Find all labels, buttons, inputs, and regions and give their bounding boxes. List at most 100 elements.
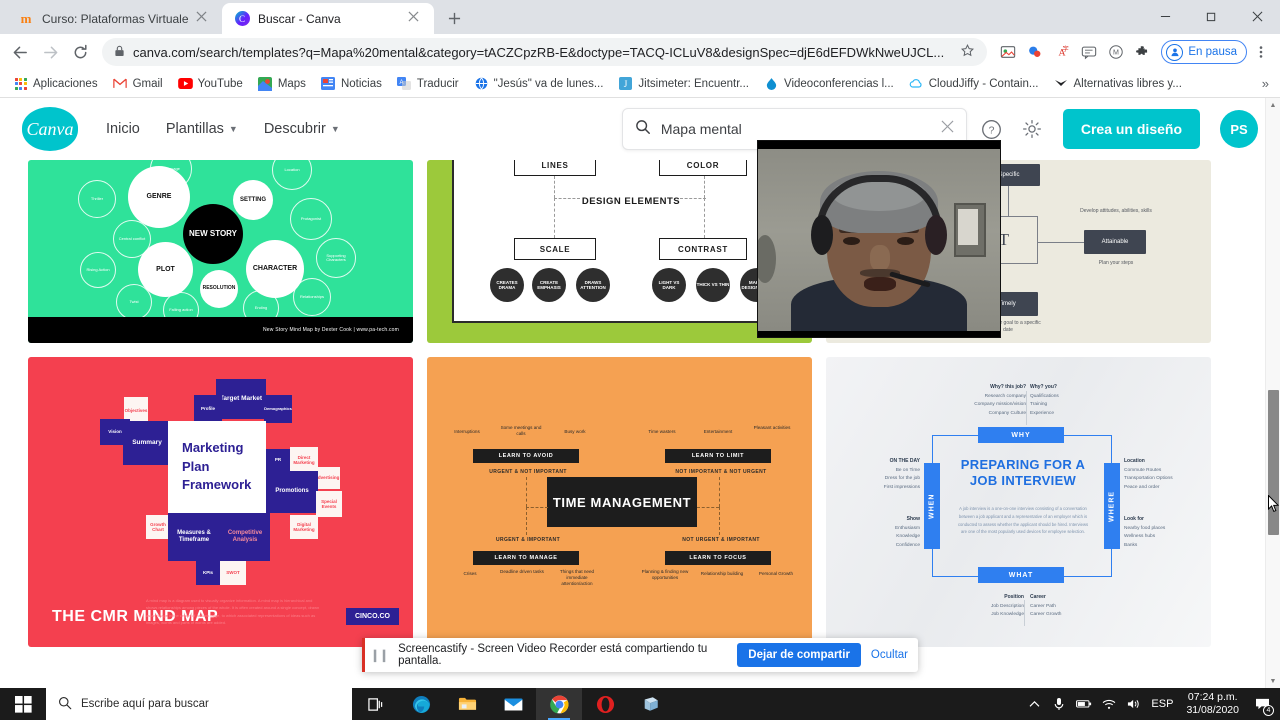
language-indicator[interactable]: ESP [1151, 698, 1173, 710]
reload-icon[interactable] [66, 38, 94, 66]
template-grid: Language Location Thriller Protagonist C… [28, 160, 1252, 647]
reader-icon[interactable] [995, 39, 1021, 65]
page-scrollbar[interactable]: ▲ ▼ [1265, 98, 1280, 688]
bookmark-alternativas[interactable]: Alternativas libres y... [1047, 74, 1187, 93]
forward-icon[interactable] [36, 38, 64, 66]
template-card-job-interview[interactable]: Why? this job? Research company Company … [826, 357, 1211, 647]
group-item: Nearby food places [1124, 525, 1166, 531]
bookmarks-bar: Aplicaciones Gmail YouTube Maps Noticias… [0, 70, 1280, 98]
leaf-pleasant-activities: Pleasant activities [753, 425, 791, 430]
caption-attainable: Develop attitudes, abilities, skills [1080, 208, 1152, 214]
bubble-light-vs-dark: LIGHT VS DARK [652, 268, 686, 302]
template-card-cmr-mind-map[interactable]: Target Market Profile Demographics Objec… [28, 357, 413, 647]
person-mouth [864, 277, 896, 291]
bookmark-traducir[interactable]: A Traducir [391, 74, 465, 93]
task-view-icon[interactable] [352, 688, 398, 720]
volume-icon[interactable] [1126, 698, 1142, 710]
kebab-menu-icon[interactable] [1248, 39, 1274, 65]
nav-item-inicio[interactable]: Inicio [106, 121, 140, 137]
back-icon[interactable] [6, 38, 34, 66]
bookmark-aplicaciones[interactable]: Aplicaciones [7, 74, 104, 93]
bookmark-label: Traducir [416, 77, 459, 90]
tab-curso-plataformas[interactable]: m Curso: Plataformas Virtuales Educ [6, 3, 222, 34]
windows-start-icon[interactable] [0, 688, 46, 720]
address-bar[interactable]: canva.com/search/templates?q=Mapa%20ment… [102, 38, 988, 66]
template-card-time-management[interactable]: Interruptions Some meetings and calls Bu… [427, 357, 812, 647]
clock[interactable]: 07:24 p.m. 31/08/2020 [1182, 691, 1243, 717]
canva-logo[interactable]: Canva [22, 107, 78, 151]
template-credit: New Story Mind Map by Dexter Cook | www.… [28, 317, 413, 343]
wifi-icon[interactable] [1101, 699, 1117, 710]
close-icon[interactable] [196, 10, 212, 27]
stop-sharing-button[interactable]: Dejar de compartir [737, 643, 861, 667]
search-value: Mapa mental [660, 121, 742, 137]
abc-icon[interactable]: A字 [1049, 39, 1075, 65]
clock-date: 31/08/2020 [1186, 704, 1239, 716]
gear-icon[interactable] [1017, 114, 1047, 144]
create-design-button[interactable]: Crea un diseño [1062, 109, 1200, 149]
store-icon[interactable] [628, 688, 674, 720]
group-item: Job Knowledge [991, 612, 1024, 618]
bookmark-gmail[interactable]: Gmail [107, 74, 169, 93]
bookmarks-overflow-button[interactable]: » [1262, 76, 1273, 91]
avatar[interactable]: PS [1220, 110, 1258, 148]
pause-icon: ❙❙ [370, 648, 389, 662]
bookmark-label: CloudJiffy - Contain... [928, 77, 1039, 90]
edge-icon[interactable] [398, 688, 444, 720]
center-job-interview: PREPARING FOR A JOB INTERVIEW [960, 457, 1086, 488]
profile-paused-button[interactable]: En pausa [1161, 40, 1247, 64]
webcam-overlay[interactable] [757, 140, 1001, 338]
job-interview-description: A job interview is a one-on-one intervie… [957, 506, 1089, 535]
chat-icon[interactable] [1076, 39, 1102, 65]
brand-badge: CINCO.CO [346, 608, 399, 625]
group-item: Job Description [990, 603, 1024, 609]
mail-icon[interactable] [490, 688, 536, 720]
template-card-new-story[interactable]: Language Location Thriller Protagonist C… [28, 160, 413, 343]
leaf-time-wasters: Time wasters [648, 429, 676, 434]
scroll-down-arrow-icon[interactable]: ▼ [1266, 674, 1280, 688]
microphone-icon[interactable] [1051, 697, 1067, 711]
bookmark-label: Noticias [340, 77, 382, 90]
moodle-icon: m [20, 10, 32, 26]
bookmark-cloudjiffy[interactable]: CloudJiffy - Contain... [903, 74, 1045, 93]
system-tray: ESP 07:24 p.m. 31/08/2020 4 [1026, 691, 1280, 717]
nav-item-descubrir[interactable]: Descubrir ▼ [264, 121, 340, 137]
close-icon[interactable] [408, 10, 424, 27]
metamask-icon[interactable]: M [1103, 39, 1129, 65]
bookmark-noticias[interactable]: Noticias [315, 74, 388, 93]
bookmark-jitsimeter[interactable]: J Jitsimeter: Encuentr... [612, 74, 755, 93]
group-heading: Why? this job? [990, 384, 1026, 390]
puzzle-icon[interactable] [1130, 39, 1156, 65]
group-on-the-day: ON THE DAY Be on Time Dress for the job … [860, 457, 920, 493]
bookmark-maps[interactable]: Maps [252, 74, 312, 93]
tab-buscar-canva[interactable]: C Buscar - Canva [222, 3, 434, 34]
connector [704, 176, 705, 198]
show-hidden-icons[interactable] [1026, 700, 1042, 709]
taskbar-search-input[interactable]: Escribe aquí para buscar [46, 688, 352, 720]
bookmark-jesus[interactable]: "Jesús" va de lunes... [468, 74, 610, 93]
close-icon[interactable] [941, 120, 954, 138]
scroll-up-arrow-icon[interactable]: ▲ [1266, 98, 1280, 112]
hide-button[interactable]: Ocultar [871, 649, 908, 661]
label-urgent-important: URGENT & IMPORTANT [495, 537, 561, 543]
nav-item-plantillas[interactable]: Plantillas ▼ [166, 121, 238, 137]
node-summary: Summary [123, 421, 171, 465]
file-explorer-icon[interactable] [444, 688, 490, 720]
bookmark-videoconferencias[interactable]: Videoconferencias l... [758, 74, 900, 93]
background-object [758, 235, 776, 283]
colors-icon[interactable] [1022, 39, 1048, 65]
canva-page: Canva Inicio Plantillas ▼ Descubrir ▼ Ma… [0, 98, 1280, 688]
star-icon[interactable] [957, 44, 977, 60]
close-window-button[interactable] [1234, 0, 1280, 32]
group-item: Career Path [1030, 603, 1056, 609]
notifications-icon[interactable]: 4 [1252, 694, 1274, 716]
new-tab-button[interactable] [440, 4, 468, 32]
scrollbar-thumb[interactable] [1268, 390, 1279, 535]
chrome-icon[interactable] [536, 688, 582, 720]
minimize-button[interactable] [1142, 0, 1188, 32]
opera-icon[interactable] [582, 688, 628, 720]
bookmark-youtube[interactable]: YouTube [172, 74, 249, 93]
battery-icon[interactable] [1076, 699, 1092, 709]
maximize-button[interactable] [1188, 0, 1234, 32]
template-card-design-elements[interactable]: LINES COLOR DESIGN ELEMENTS SCALE CONTRA… [427, 160, 812, 343]
